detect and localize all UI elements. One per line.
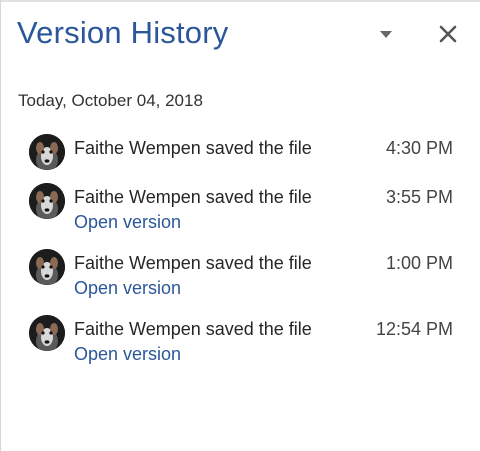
version-author-text: Faithe Wempen saved the file — [74, 319, 312, 339]
version-author-text: Faithe Wempen saved the file — [74, 138, 312, 158]
avatar — [29, 315, 65, 351]
version-time: 3:55 PM — [385, 187, 453, 207]
avatar — [29, 183, 65, 219]
open-version-link[interactable]: Open version — [74, 344, 181, 365]
version-entry: Faithe Wempen saved the file 1:00 PM Ope… — [0, 249, 480, 309]
version-author-text: Faithe Wempen saved the file — [74, 187, 312, 207]
close-icon — [439, 25, 457, 43]
pane-title: Version History — [17, 15, 229, 50]
avatar — [29, 134, 65, 170]
pane-options-button[interactable] — [376, 26, 396, 42]
date-group-heading: Today, October 04, 2018 — [18, 91, 203, 110]
close-button[interactable] — [436, 22, 460, 46]
version-time: 12:54 PM — [375, 319, 453, 339]
version-entry: Faithe Wempen saved the file 12:54 PM Op… — [0, 315, 480, 375]
open-version-link[interactable]: Open version — [74, 278, 181, 299]
open-version-link[interactable]: Open version — [74, 212, 181, 233]
version-time: 1:00 PM — [385, 253, 453, 273]
version-time: 4:30 PM — [385, 138, 453, 158]
avatar — [29, 249, 65, 285]
version-entry: Faithe Wempen saved the file 3:55 PM Ope… — [0, 183, 480, 243]
dropdown-arrow-icon — [380, 30, 392, 38]
pane-top-border — [0, 0, 480, 2]
version-author-text: Faithe Wempen saved the file — [74, 253, 312, 273]
